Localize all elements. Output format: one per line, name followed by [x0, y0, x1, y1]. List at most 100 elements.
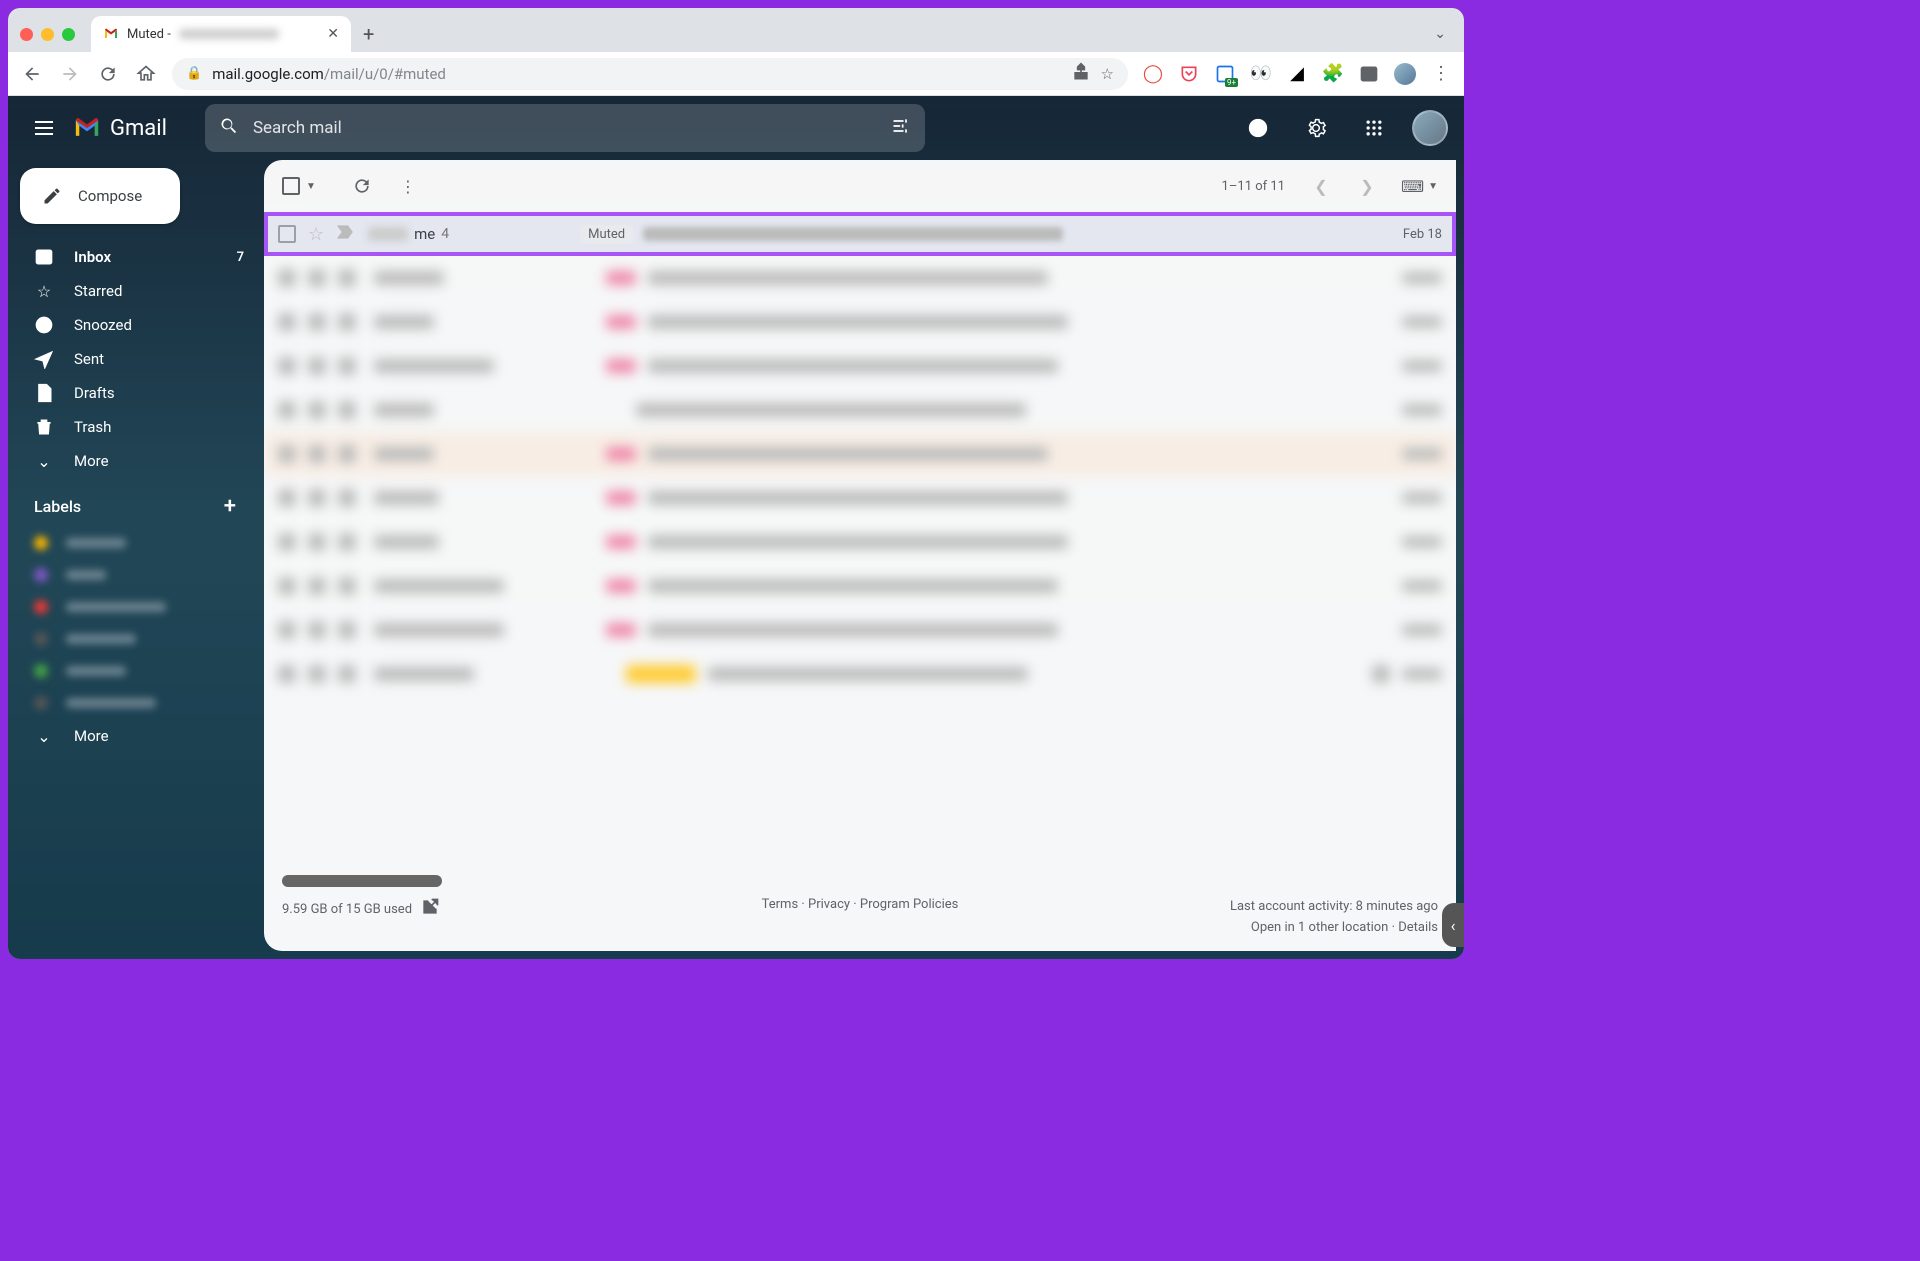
policies-link[interactable]: Program Policies: [860, 897, 958, 912]
url-host: mail.google.com: [212, 65, 324, 83]
mail-row-redacted[interactable]: [264, 432, 1456, 476]
search-icon[interactable]: [219, 116, 239, 140]
main-menu-button[interactable]: [24, 108, 64, 148]
subject-redacted: [643, 227, 1063, 241]
mail-row-redacted[interactable]: [264, 520, 1456, 564]
refresh-button[interactable]: [342, 166, 382, 206]
profile-avatar-icon[interactable]: [1394, 63, 1416, 85]
label-item[interactable]: [8, 623, 256, 655]
browser-window: Muted - ✕ + ⌄ 🔒 mail.google.com/mail/u/0…: [8, 8, 1464, 959]
more-actions-button[interactable]: ⋮: [388, 166, 428, 206]
input-tools-button[interactable]: ⌨▼: [1401, 177, 1438, 196]
prev-page-button[interactable]: ❮: [1301, 177, 1341, 196]
browser-menu-icon[interactable]: ⋮: [1430, 63, 1452, 85]
label-item[interactable]: [8, 559, 256, 591]
share-icon[interactable]: [1071, 62, 1091, 86]
select-all-dropdown[interactable]: ▼: [306, 181, 316, 192]
search-options-icon[interactable]: [891, 116, 911, 140]
label-item[interactable]: [8, 591, 256, 623]
mail-row-redacted[interactable]: [264, 300, 1456, 344]
nav-forward-button[interactable]: [58, 62, 82, 86]
label-item[interactable]: [8, 687, 256, 719]
sidebar-item-snoozed[interactable]: Snoozed: [8, 308, 256, 342]
window-minimize-icon[interactable]: [41, 28, 54, 41]
browser-tab-bar: Muted - ✕ + ⌄: [8, 8, 1464, 52]
compose-button[interactable]: Compose: [20, 168, 180, 224]
mail-row-redacted[interactable]: [264, 388, 1456, 432]
mail-row-redacted[interactable]: [264, 256, 1456, 300]
apps-button[interactable]: [1354, 108, 1394, 148]
pocket-icon[interactable]: [1178, 63, 1200, 85]
search-input[interactable]: [253, 118, 877, 138]
gmail-logo[interactable]: Gmail: [72, 116, 167, 141]
mail-row-muted[interactable]: ☆ me 4 Muted Feb 18: [264, 212, 1456, 256]
open-external-icon[interactable]: [420, 897, 440, 921]
gmail-body: Compose Inbox 7 ☆ Starred Snoozed S: [8, 160, 1464, 959]
mail-row-redacted[interactable]: [264, 564, 1456, 608]
row-important-icon[interactable]: [336, 222, 356, 246]
extension-5-icon[interactable]: ◢: [1286, 63, 1308, 85]
details-link[interactable]: Details: [1398, 920, 1438, 935]
next-page-button[interactable]: ❯: [1347, 177, 1387, 196]
help-button[interactable]: [1238, 108, 1278, 148]
settings-button[interactable]: [1296, 108, 1336, 148]
label-item[interactable]: [8, 655, 256, 687]
add-label-button[interactable]: +: [224, 494, 236, 519]
mail-row-redacted[interactable]: [264, 608, 1456, 652]
extension-3-icon[interactable]: 9+: [1214, 63, 1236, 85]
extension-1-icon[interactable]: ◯: [1142, 63, 1164, 85]
sidebar-item-trash[interactable]: Trash: [8, 410, 256, 444]
sidebar-item-starred[interactable]: ☆ Starred: [8, 274, 256, 308]
window-controls: [20, 28, 75, 41]
mail-row-redacted[interactable]: [264, 476, 1456, 520]
tab-title: Muted -: [127, 27, 171, 42]
browser-tab-active[interactable]: Muted - ✕: [91, 16, 351, 52]
row-star-icon[interactable]: ☆: [308, 224, 324, 245]
window-close-icon[interactable]: [20, 28, 33, 41]
mail-footer: 9.59 GB of 15 GB used Terms · Privacy · …: [264, 867, 1456, 951]
clock-icon: [34, 315, 54, 335]
sidebar-item-inbox[interactable]: Inbox 7: [8, 240, 256, 274]
thread-count: 4: [441, 226, 449, 242]
select-all-checkbox[interactable]: [282, 177, 300, 195]
extension-4-icon[interactable]: 👀: [1250, 63, 1272, 85]
new-tab-button[interactable]: +: [363, 22, 374, 46]
footer-links: Terms · Privacy · Program Policies: [762, 897, 959, 912]
label-item[interactable]: [8, 527, 256, 559]
sidebar-item-drafts[interactable]: Drafts: [8, 376, 256, 410]
sidebar: Compose Inbox 7 ☆ Starred Snoozed S: [8, 160, 264, 959]
document-icon: [34, 383, 54, 403]
labels-header: Labels +: [8, 478, 256, 527]
lock-icon: 🔒: [186, 66, 202, 81]
mail-row-redacted[interactable]: [264, 344, 1456, 388]
star-icon: ☆: [34, 282, 54, 301]
tabs-dropdown-icon[interactable]: ⌄: [1434, 26, 1446, 42]
account-avatar[interactable]: [1412, 110, 1448, 146]
chevron-down-icon: ⌄: [34, 727, 54, 746]
sidebar-item-more[interactable]: ⌄ More: [8, 444, 256, 478]
gmail-logo-text: Gmail: [110, 116, 167, 141]
terms-link[interactable]: Terms: [762, 897, 799, 912]
mail-row-redacted[interactable]: [264, 652, 1456, 696]
privacy-link[interactable]: Privacy: [808, 897, 850, 912]
sender-me: me: [414, 225, 435, 243]
labels-more[interactable]: ⌄ More: [8, 719, 256, 753]
address-bar[interactable]: 🔒 mail.google.com/mail/u/0/#muted ☆: [172, 58, 1128, 90]
inbox-label: Inbox: [74, 248, 111, 266]
sidebar-item-sent[interactable]: Sent: [8, 342, 256, 376]
nav-home-button[interactable]: [134, 62, 158, 86]
side-panel-icon[interactable]: [1358, 63, 1380, 85]
row-sender: me 4: [368, 225, 568, 243]
search-bar[interactable]: [205, 104, 925, 152]
nav-reload-button[interactable]: [96, 62, 120, 86]
bookmark-star-icon[interactable]: ☆: [1101, 65, 1114, 83]
extensions-puzzle-icon[interactable]: 🧩: [1322, 63, 1344, 85]
page-info: 1–11 of 11: [1222, 179, 1285, 194]
side-panel-collapse-button[interactable]: ‹: [1442, 903, 1464, 947]
window-maximize-icon[interactable]: [62, 28, 75, 41]
nav-back-button[interactable]: [20, 62, 44, 86]
row-checkbox[interactable]: [278, 225, 296, 243]
tab-title-redacted: [179, 29, 279, 39]
horizontal-scrollbar[interactable]: [282, 875, 442, 887]
tab-close-icon[interactable]: ✕: [327, 26, 339, 42]
